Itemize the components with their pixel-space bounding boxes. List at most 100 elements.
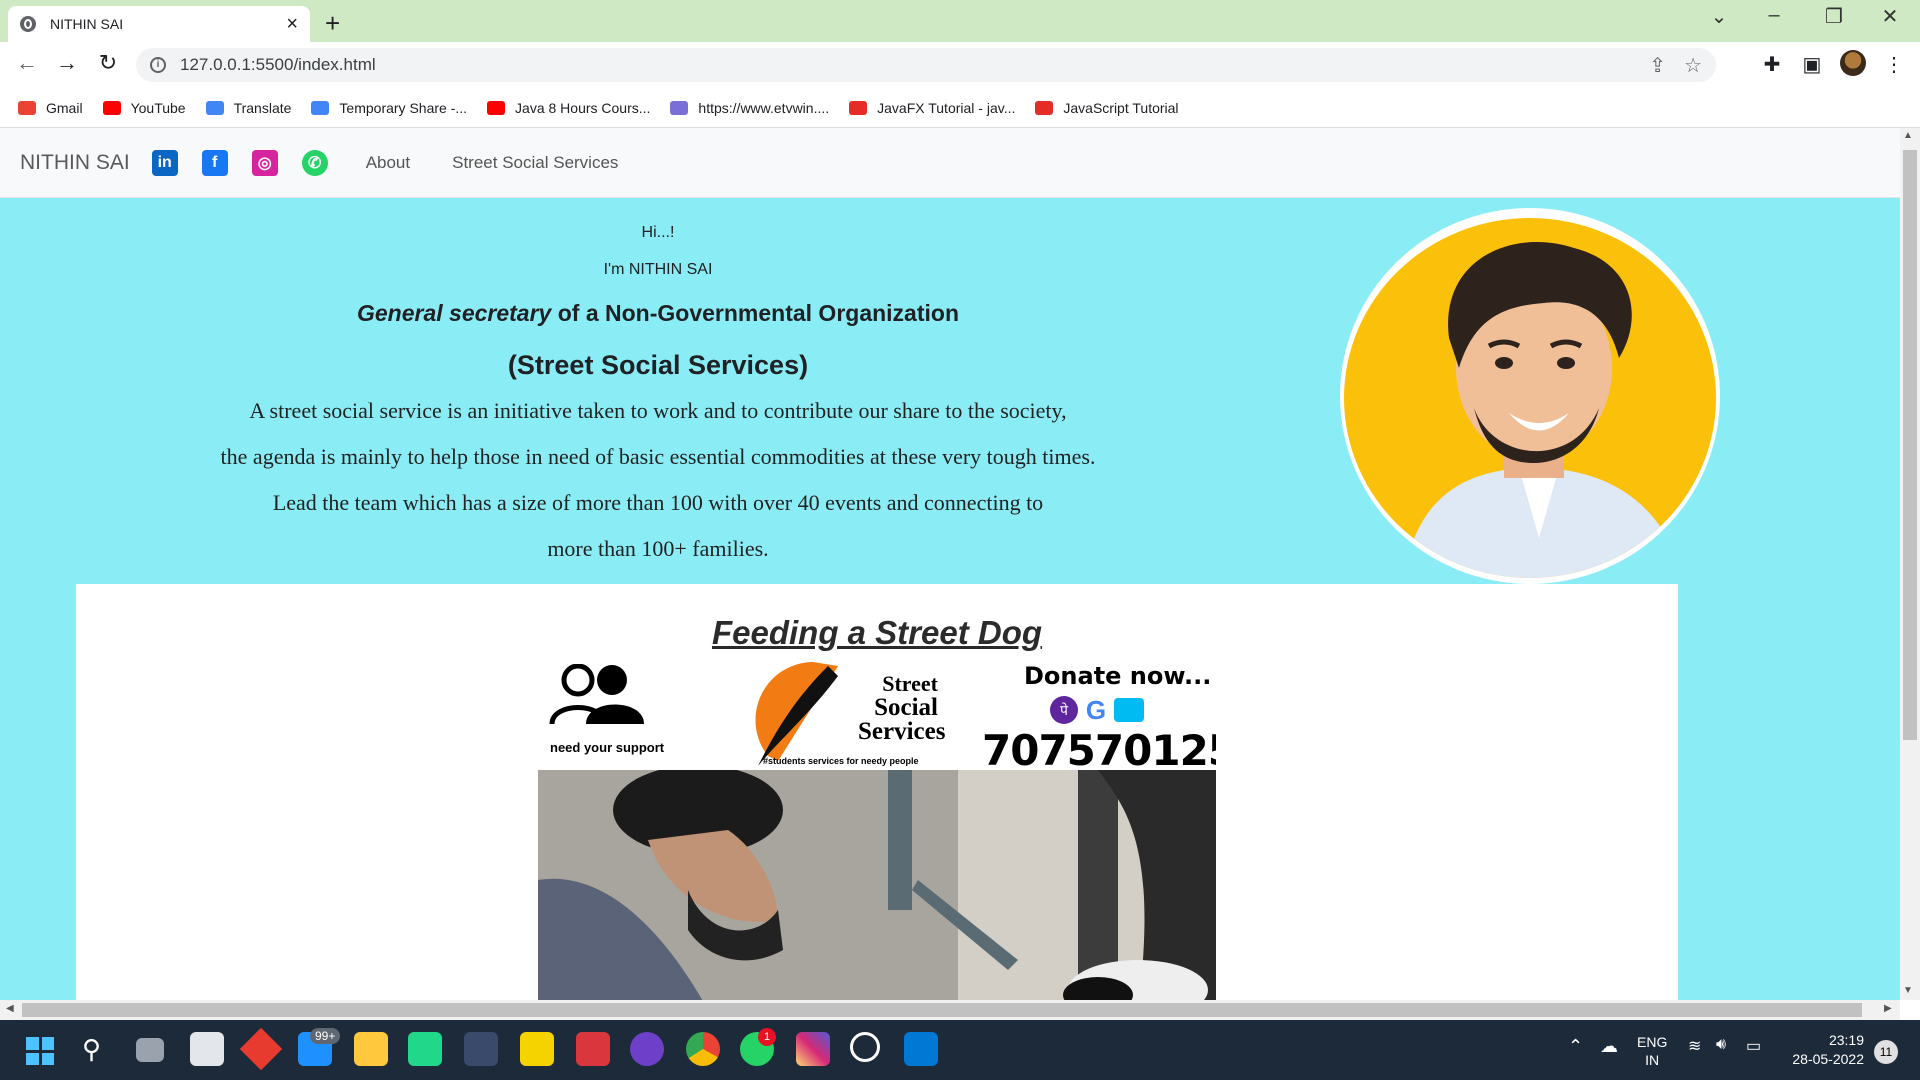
start-button[interactable] <box>26 1037 54 1065</box>
tab-close-icon[interactable]: × <box>286 14 298 34</box>
battery-icon[interactable]: ▭ <box>1746 1036 1761 1056</box>
payment-icons: पे G <box>1050 696 1144 724</box>
profile-photo-frame <box>1340 208 1720 584</box>
site-brand[interactable]: NITHIN SAI <box>20 151 130 175</box>
instagram-icon[interactable]: ◎ <box>251 149 278 176</box>
logo-tagline: #students services for needy people <box>763 756 919 766</box>
clock-date: 28-05-2022 <box>1792 1051 1864 1067</box>
side-panel-icon[interactable]: ▣ <box>1798 52 1826 77</box>
profile-cartoon-image <box>1344 218 1716 578</box>
volume-icon[interactable]: 🔊︎ <box>1716 1036 1726 1054</box>
bookmark-item[interactable]: Java 8 Hours Cours... <box>487 100 650 116</box>
bookmark-item[interactable]: JavaFX Tutorial - jav... <box>849 100 1015 116</box>
app-red-icon[interactable] <box>576 1032 610 1066</box>
etvwin-icon <box>670 100 689 115</box>
address-bar[interactable]: i 127.0.0.1:5500/index.html ⇪ ☆ <box>136 48 1716 82</box>
youtube-icon <box>102 100 121 115</box>
back-icon[interactable]: ← <box>12 50 42 76</box>
phonepe-icon: पे <box>1050 696 1078 724</box>
scene-builder-icon[interactable] <box>464 1032 498 1066</box>
bookmark-item[interactable]: https://www.etvwin.... <box>670 100 829 116</box>
bookmark-label: Translate <box>233 99 292 116</box>
scroll-right-arrow-icon[interactable]: ▶ <box>1884 1003 1892 1014</box>
media-player-icon[interactable] <box>850 1032 880 1062</box>
nav-street-social-services[interactable]: Street Social Services <box>452 153 618 173</box>
store-icon[interactable] <box>190 1032 224 1066</box>
gpay-icon: G <box>1082 696 1110 724</box>
feeding-dog-photo <box>538 765 1216 1000</box>
reload-icon[interactable]: ↻ <box>93 50 123 76</box>
role-title: General secretary <box>356 300 552 326</box>
clock[interactable]: 23:19 28-05-2022 <box>1784 1031 1864 1069</box>
web-page: NITHIN SAI in f ◎ ✆ About Street Social Ser… <box>0 128 1900 1000</box>
search-icon[interactable]: ⚲ <box>82 1034 101 1065</box>
org-heading: (Street Social Services) <box>507 350 809 380</box>
greeting-text: Hi...! <box>641 224 675 241</box>
url-text[interactable]: 127.0.0.1:5500/index.html <box>180 55 1631 75</box>
logo-line-3: Services <box>858 718 946 745</box>
clock-time: 23:19 <box>1828 1032 1864 1048</box>
bookmarks-bar: Gmail YouTube Translate Temporary Share -..… <box>0 88 1920 128</box>
browser-tab[interactable]: NITHIN SAI × <box>8 6 310 42</box>
extensions-icon[interactable]: ✚ <box>1758 52 1786 77</box>
share-icon[interactable]: ⇪ <box>1649 53 1666 78</box>
github-desktop-icon[interactable] <box>630 1032 664 1066</box>
social-links: in f ◎ ✆ <box>151 149 352 176</box>
role-rest: of a Non-Governmental Organization <box>551 300 959 326</box>
bookmark-item[interactable]: Gmail <box>18 100 83 116</box>
about-line-3: Lead the team which has a size of more t… <box>272 490 1044 515</box>
onedrive-icon[interactable]: ☁ <box>1600 1036 1618 1057</box>
site-info-icon[interactable]: i <box>150 57 166 73</box>
vertical-scroll-thumb[interactable] <box>1903 150 1917 740</box>
minimize-button[interactable]: – <box>1754 4 1794 27</box>
intro-text: I'm NITHIN SAI <box>603 261 713 278</box>
restore-button[interactable]: ❐ <box>1814 4 1854 29</box>
bookmark-label: Java 8 Hours Cours... <box>515 99 651 116</box>
logo-line-2: Social <box>874 694 938 721</box>
new-tab-button[interactable]: + <box>325 8 340 39</box>
gmail-icon <box>18 100 36 115</box>
bookmark-item[interactable]: Translate <box>205 99 292 116</box>
app-a-icon[interactable] <box>520 1032 554 1066</box>
browser-toolbar: ← → ↻ i 127.0.0.1:5500/index.html ⇪ ☆ ✚ … <box>0 42 1920 88</box>
about-line-2: the agenda is mainly to help those in ne… <box>220 444 1096 469</box>
bookmark-item[interactable]: Temporary Share -... <box>311 100 467 116</box>
lang-top: ENG <box>1637 1034 1668 1050</box>
bookmark-label: JavaFX Tutorial - jav... <box>877 99 1016 116</box>
donation-poster: need your support Street Social Services… <box>538 654 1216 1000</box>
hero-section: Hi...! I'm NITHIN SAI General secretary … <box>0 198 1320 598</box>
task-view-icon[interactable] <box>136 1038 164 1062</box>
close-window-button[interactable]: ✕ <box>1870 4 1910 29</box>
file-explorer-icon[interactable] <box>354 1032 388 1066</box>
chrome-icon[interactable] <box>686 1032 720 1066</box>
menu-icon[interactable]: ⋮ <box>1880 52 1908 77</box>
bookmark-item[interactable]: JavaScript Tutorial <box>1035 99 1179 116</box>
wifi-icon[interactable]: ≋ <box>1688 1036 1701 1056</box>
logo-line-1: Street <box>882 671 938 696</box>
about-line-1: A street social service is an initiative… <box>249 398 1067 423</box>
instagram-taskbar-icon[interactable] <box>796 1032 830 1066</box>
tray-chevron-icon[interactable]: ⌃ <box>1568 1036 1583 1057</box>
facebook-icon[interactable]: f <box>201 149 228 176</box>
pycharm-icon[interactable] <box>408 1032 442 1066</box>
site-navbar: NITHIN SAI in f ◎ ✆ About Street Social Ser… <box>0 128 1900 198</box>
docs-icon <box>311 100 330 115</box>
bookmark-star-icon[interactable]: ☆ <box>1684 53 1702 78</box>
forward-icon[interactable]: → <box>52 50 82 76</box>
scroll-left-arrow-icon[interactable]: ◀ <box>6 1003 14 1014</box>
profile-avatar[interactable] <box>1840 50 1866 76</box>
linkedin-icon[interactable]: in <box>151 149 178 176</box>
scroll-up-arrow-icon[interactable]: ▲ <box>1903 130 1913 141</box>
whatsapp-icon[interactable]: ✆ <box>301 149 328 176</box>
nav-about[interactable]: About <box>366 153 410 173</box>
language-indicator[interactable]: ENG IN <box>1637 1033 1667 1069</box>
tab-search-icon[interactable]: ⌄ <box>1699 4 1739 29</box>
vscode-icon[interactable] <box>904 1032 938 1066</box>
notification-count[interactable]: 11 <box>1874 1040 1898 1064</box>
bookmark-item[interactable]: YouTube <box>102 100 186 116</box>
horizontal-scroll-thumb[interactable] <box>22 1003 1862 1017</box>
about-line-4: more than 100+ families. <box>547 536 769 561</box>
bookmark-label: JavaScript Tutorial <box>1063 99 1179 116</box>
windows-taskbar <box>0 1020 1920 1080</box>
scroll-down-arrow-icon[interactable]: ▼ <box>1903 985 1913 996</box>
